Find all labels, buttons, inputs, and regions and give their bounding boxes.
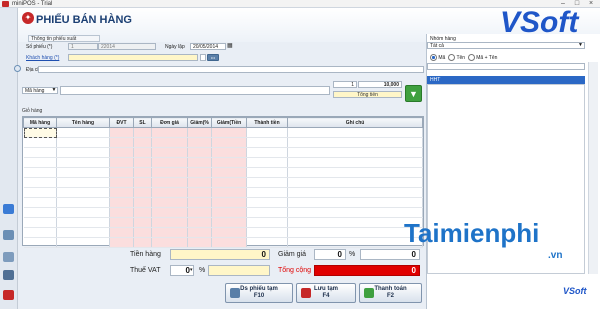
radio-ma-label: Mã [438, 54, 446, 61]
save-icon [301, 288, 311, 298]
table-row[interactable] [23, 147, 423, 158]
col-header-giam-tien[interactable]: Giảm(Tiền [211, 117, 247, 128]
ma-hang-search-field[interactable] [60, 86, 330, 95]
product-search-input[interactable] [427, 63, 585, 70]
so-phieu-prefix-field[interactable]: 1 [68, 43, 98, 50]
table-row[interactable] [23, 167, 423, 178]
lookup-customer-button[interactable]: ••• [207, 54, 219, 61]
col-header-don-gia[interactable]: Đơn giá [151, 117, 188, 128]
col-header-ma-hang[interactable]: Mã hàng [23, 117, 57, 128]
add-item-arrow-icon[interactable]: ▼ [405, 85, 422, 102]
payment-icon [364, 288, 374, 298]
chart-icon[interactable] [3, 204, 14, 214]
tab-thong-tin-phieu-xuat[interactable]: Thông tin phiếu xuất [28, 35, 100, 42]
giam-gia-label: Giảm giá [278, 251, 307, 258]
app-title: miniPOS - Trial [12, 1, 53, 7]
table-row[interactable] [23, 187, 423, 198]
tong-tien-field: Tổng tiền [333, 91, 402, 98]
app-icon [2, 1, 9, 7]
giam-gia-pct-field[interactable]: 0 [314, 249, 346, 260]
thue-vat-unit: % [199, 267, 206, 274]
watermark-text: Taimienphi [404, 218, 540, 248]
ds-phieu-tam-button[interactable]: Ds phiếu tạm F10 [225, 283, 293, 303]
table-row[interactable] [23, 137, 423, 148]
product-list-header[interactable]: HHT [427, 76, 585, 84]
list-icon[interactable] [3, 270, 14, 280]
table-row[interactable] [23, 217, 423, 228]
radio-ma-ten[interactable] [467, 54, 475, 61]
dia-chi-field[interactable] [38, 66, 424, 73]
so-phieu-field[interactable]: 22014 [98, 43, 156, 50]
calculator-icon[interactable] [3, 230, 14, 240]
table-row[interactable] [23, 237, 423, 248]
location-icon [14, 65, 21, 72]
cart-grid[interactable]: Mã hàng Tên hàng ĐVT SL Đơn giá Giảm(% G… [22, 116, 424, 248]
nhom-hang-select[interactable]: Tất cả [427, 42, 585, 49]
radio-ma-ten-label: Mã + Tên [476, 54, 498, 61]
watermark-suffix: .vn [548, 250, 563, 261]
col-header-thanh-tien[interactable]: Thành tiền [246, 117, 288, 128]
cart-icon: ✦ [22, 12, 34, 24]
tien-hang-label: Tiền hàng [130, 251, 161, 258]
luu-tam-button[interactable]: Lưu tạm F4 [296, 283, 356, 303]
table-row[interactable] [23, 207, 423, 218]
col-header-ghi-chu[interactable]: Ghi chú [287, 117, 423, 128]
col-header-ten-hang[interactable]: Tên hàng [56, 117, 110, 128]
thue-vat-label: Thuế VAT [130, 267, 161, 274]
table-row[interactable] [23, 197, 423, 208]
thue-vat-amount-field [208, 265, 270, 276]
tong-cong-field: 0 [314, 265, 420, 276]
tong-cong-label: Tổng cộng [278, 267, 312, 274]
vertical-scrollbar[interactable] [588, 62, 598, 274]
tien-hang-field: 0 [170, 249, 270, 260]
giam-gia-unit: % [349, 251, 356, 258]
document-icon[interactable] [3, 252, 14, 262]
chevron-down-icon[interactable]: ▼ [50, 87, 58, 94]
page-title: PHIẾU BÁN HÀNG [36, 14, 132, 26]
radio-ma[interactable] [430, 54, 437, 61]
table-row[interactable] [23, 227, 423, 238]
gio-hang-label: Giỏ hàng [22, 108, 43, 114]
table-row[interactable] [23, 157, 423, 168]
vat-dropdown-icon[interactable]: ▾ [190, 265, 195, 276]
chevron-down-icon[interactable]: ▼ [578, 42, 585, 49]
ngay-lap-field[interactable]: 20/05/2014 [190, 43, 226, 50]
close-button[interactable]: × [584, 0, 598, 8]
giam-gia-field[interactable]: 0 [360, 249, 420, 260]
grid-header-row: Mã hàng Tên hàng ĐVT SL Đơn giá Giảm(% G… [23, 117, 423, 128]
list-icon [230, 288, 240, 298]
table-row[interactable] [23, 127, 423, 138]
radio-ten-label: Tên [456, 54, 466, 61]
exit-icon[interactable] [3, 290, 14, 300]
col-header-giam-pct[interactable]: Giảm(% [187, 117, 212, 128]
price-field[interactable]: 10,000 [358, 81, 402, 88]
vsoft-footer-logo: VSoft [563, 286, 587, 296]
radio-ten[interactable] [448, 54, 456, 61]
left-toolbar [0, 8, 18, 309]
khach-hang-extra-field[interactable] [200, 54, 206, 61]
quantity-field[interactable]: 1 [333, 81, 357, 88]
table-row[interactable] [23, 177, 423, 188]
ngay-lap-label: Ngày lập [165, 44, 185, 50]
so-phieu-label: Số phiếu (*) [26, 44, 53, 50]
search-mode-radios: Mã Tên Mã + Tên [430, 54, 497, 61]
khach-hang-link[interactable]: Khách hàng (*) [26, 55, 59, 61]
col-header-sl[interactable]: SL [133, 117, 152, 128]
thanh-toan-button[interactable]: Thanh toán F2 [359, 283, 422, 303]
khach-hang-field[interactable] [68, 54, 198, 61]
col-header-dvt[interactable]: ĐVT [109, 117, 134, 128]
calendar-icon[interactable]: ▦ [227, 43, 235, 50]
